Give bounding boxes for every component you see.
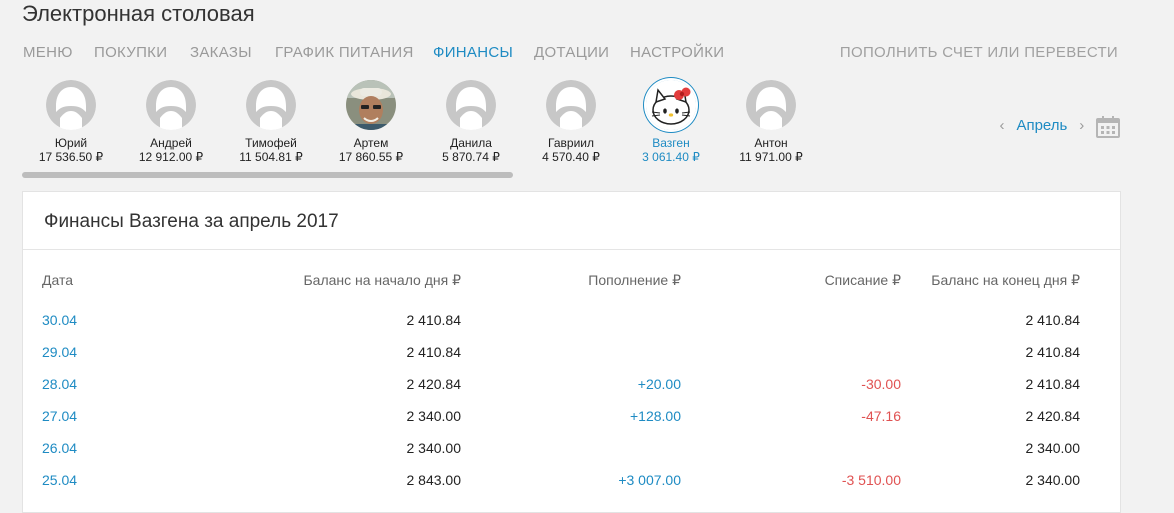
col-header-end-balance[interactable]: Баланс на конец дня ₽ [931, 272, 1080, 289]
people-strip: Юрий 17 536.50 ₽ Андрей 12 912.00 ₽ Тимо… [0, 80, 900, 180]
person-card[interactable]: Гавриил 4 570.40 ₽ [521, 80, 621, 165]
person-name: Тимофей [245, 136, 297, 150]
table-row-date[interactable]: 26.04 [42, 440, 77, 456]
topup-or-transfer-link[interactable]: ПОПОЛНИТЬ СЧЕТ ИЛИ ПЕРЕВЕСТИ [840, 44, 1118, 61]
divider [23, 249, 1120, 250]
nav-meal-schedule[interactable]: ГРАФИК ПИТАНИЯ [275, 44, 414, 61]
hello-kitty-avatar [646, 80, 696, 130]
col-header-date[interactable]: Дата [42, 272, 73, 288]
person-card[interactable]: Тимофей 11 504.81 ₽ [221, 80, 321, 165]
default-avatar-icon [546, 80, 596, 130]
person-card[interactable]: Артем 17 860.55 ₽ [321, 80, 421, 165]
nav-orders[interactable]: ЗАКАЗЫ [190, 44, 252, 61]
table-cell-end: 2 420.84 [1025, 408, 1081, 424]
nav-subsidies[interactable]: ДОТАЦИИ [534, 44, 609, 61]
person-card-selected[interactable]: Вазген 3 061.40 ₽ [621, 80, 721, 165]
person-balance: 17 860.55 ₽ [338, 150, 404, 164]
person-card[interactable]: Антон 11 971.00 ₽ [721, 80, 821, 165]
person-name: Гавриил [548, 136, 594, 150]
nav-settings[interactable]: НАСТРОЙКИ [630, 44, 724, 61]
nav-menu[interactable]: МЕНЮ [23, 44, 73, 61]
table-row-date[interactable]: 30.04 [42, 312, 77, 328]
people-scrollbar[interactable] [22, 172, 513, 178]
default-avatar-icon [146, 80, 196, 130]
month-navigator: ‹ Апрель › [996, 117, 1088, 137]
default-avatar-icon [746, 80, 796, 130]
person-name: Артем [353, 136, 389, 150]
table-row-date[interactable]: 29.04 [42, 344, 77, 360]
table-cell-start: 2 843.00 [406, 472, 462, 488]
person-card[interactable]: Данила 5 870.74 ₽ [421, 80, 521, 165]
table-cell-end: 2 410.84 [1025, 376, 1081, 392]
person-balance: 11 504.81 ₽ [239, 150, 303, 164]
calendar-icon[interactable] [1095, 115, 1121, 139]
default-avatar-icon [446, 80, 496, 130]
nav-purchases[interactable]: ПОКУПКИ [94, 44, 167, 61]
col-header-topup[interactable]: Пополнение ₽ [588, 272, 681, 289]
table-cell-start: 2 340.00 [406, 440, 462, 456]
photo-avatar [346, 80, 396, 130]
person-balance: 4 570.40 ₽ [542, 150, 600, 164]
table-cell-topup: +3 007.00 [618, 472, 681, 488]
table-cell-charge: -3 510.00 [841, 472, 901, 488]
table-row-date[interactable]: 25.04 [42, 472, 77, 488]
nav-finance[interactable]: ФИНАНСЫ [433, 44, 513, 61]
table-cell-topup: +128.00 [630, 408, 681, 424]
person-balance: 3 061.40 ₽ [642, 150, 700, 164]
month-label[interactable]: Апрель [1016, 117, 1067, 134]
table-row-date[interactable]: 28.04 [42, 376, 77, 392]
default-avatar-icon [246, 80, 296, 130]
person-name: Антон [754, 136, 788, 150]
person-balance: 12 912.00 ₽ [138, 150, 204, 164]
person-name: Андрей [150, 136, 192, 150]
person-card[interactable]: Андрей 12 912.00 ₽ [121, 80, 221, 165]
chevron-left-icon[interactable]: ‹ [996, 117, 1008, 134]
finance-card: Финансы Вазгена за апрель 2017 Дата Бала… [22, 191, 1121, 513]
table-cell-start: 2 340.00 [406, 408, 462, 424]
person-card[interactable]: Юрий 17 536.50 ₽ [21, 80, 121, 165]
person-name: Юрий [54, 136, 88, 150]
person-name: Вазген [652, 136, 690, 150]
default-avatar-icon [46, 80, 96, 130]
table-cell-end: 2 410.84 [1025, 312, 1081, 328]
table-cell-end: 2 340.00 [1025, 472, 1081, 488]
col-header-charge[interactable]: Списание ₽ [825, 272, 901, 289]
finance-title: Финансы Вазгена за апрель 2017 [44, 211, 339, 232]
table-cell-topup: +20.00 [637, 376, 681, 392]
table-cell-end: 2 410.84 [1025, 344, 1081, 360]
table-cell-end: 2 340.00 [1025, 440, 1081, 456]
table-cell-start: 2 410.84 [406, 312, 462, 328]
table-cell-charge: -30.00 [861, 376, 901, 392]
table-cell-start: 2 410.84 [406, 344, 462, 360]
table-row-date[interactable]: 27.04 [42, 408, 77, 424]
col-header-start-balance[interactable]: Баланс на начало дня ₽ [303, 272, 461, 289]
person-balance: 11 971.00 ₽ [739, 150, 803, 164]
chevron-right-icon[interactable]: › [1076, 117, 1088, 134]
app-title: Электронная столовая [22, 1, 255, 26]
person-name: Данила [450, 136, 492, 150]
table-cell-start: 2 420.84 [406, 376, 462, 392]
person-balance: 17 536.50 ₽ [38, 150, 104, 164]
person-balance: 5 870.74 ₽ [442, 150, 500, 164]
table-cell-charge: -47.16 [861, 408, 901, 424]
